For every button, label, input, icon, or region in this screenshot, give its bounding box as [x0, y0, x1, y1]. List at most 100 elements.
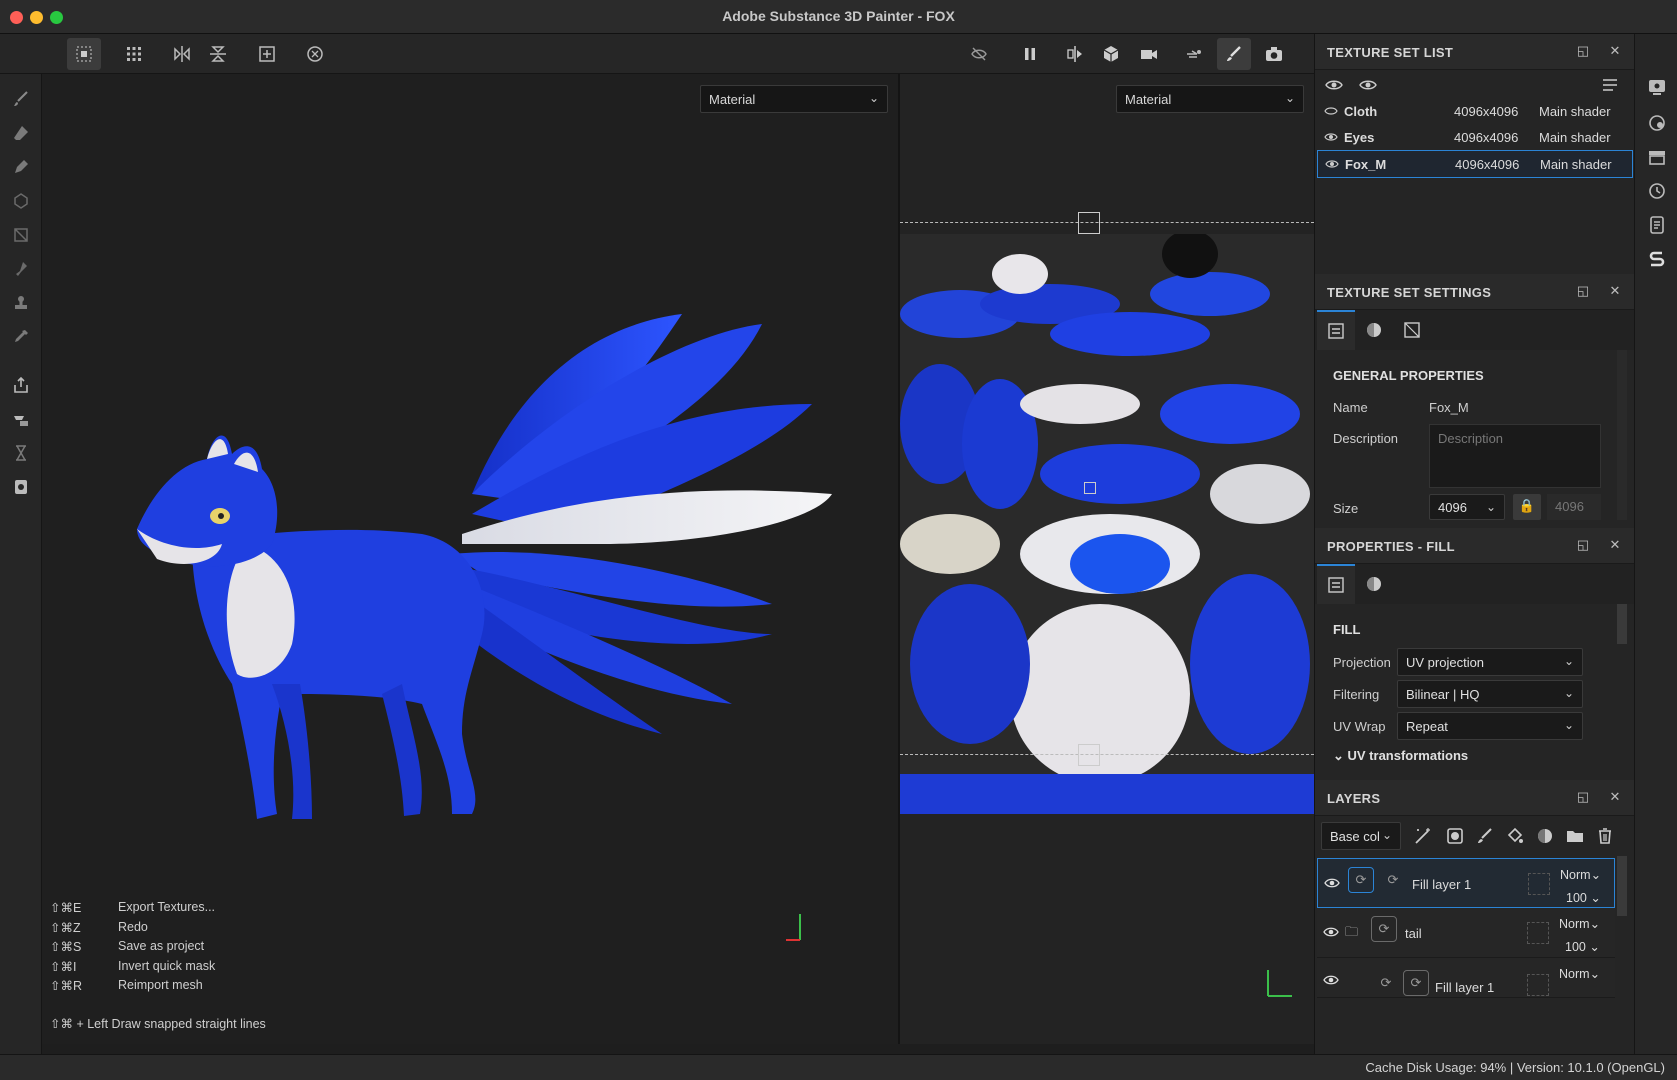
float-panel-icon[interactable]: ◱: [1575, 283, 1591, 299]
tab-settings[interactable]: [1317, 310, 1355, 350]
close-icon[interactable]: ✕: [1607, 43, 1623, 59]
tab-fill-material[interactable]: [1355, 564, 1393, 604]
layer-blend-mode[interactable]: Norm⌄: [1559, 966, 1600, 981]
uv-handle-bottom[interactable]: [1078, 744, 1100, 766]
search-tool[interactable]: [8, 474, 34, 500]
clone-tool[interactable]: [8, 290, 34, 316]
bake-tool[interactable]: [8, 406, 34, 432]
eye-icon[interactable]: [1324, 875, 1340, 894]
eye-icon[interactable]: [1324, 130, 1338, 147]
viewport-2d[interactable]: Material ⌄: [900, 74, 1314, 1044]
layer-fill-thumbnail[interactable]: ⟳: [1348, 867, 1374, 893]
substance-button[interactable]: [1646, 248, 1668, 270]
display-settings-button[interactable]: [1646, 76, 1668, 98]
export-tool[interactable]: [8, 372, 34, 398]
viewport-2d-channel-dropdown[interactable]: Material ⌄: [1116, 85, 1304, 113]
eraser-tool[interactable]: [8, 120, 34, 146]
size-dropdown[interactable]: 4096 ⌄: [1429, 494, 1505, 520]
assets-button[interactable]: [1646, 146, 1668, 168]
smart-material-icon[interactable]: [1535, 826, 1555, 846]
paint-mode-button[interactable]: [1217, 38, 1251, 70]
smudge-tool[interactable]: [8, 256, 34, 282]
layer-row-selected[interactable]: ⟳ ⟳ Fill layer 1 Norm⌄ 100 ⌄: [1317, 858, 1615, 908]
name-value[interactable]: Fox_M: [1429, 400, 1469, 415]
close-icon[interactable]: ✕: [1607, 283, 1623, 299]
hide-selection-button[interactable]: [962, 38, 996, 70]
selection-mode-button[interactable]: [67, 38, 101, 70]
screenshot-button[interactable]: [1257, 38, 1291, 70]
texture-set-shader[interactable]: Main shader: [1540, 157, 1612, 172]
layer-channel-dropdown[interactable]: Base col ⌄: [1321, 822, 1401, 850]
uv-transformations-toggle[interactable]: ⌄ UV transformations: [1333, 748, 1468, 764]
eye-toggle-icon[interactable]: [1325, 76, 1343, 94]
tab-shader[interactable]: [1355, 310, 1393, 350]
environment-button[interactable]: [1177, 38, 1211, 70]
projection-dropdown[interactable]: UV projection ⌄: [1397, 648, 1583, 676]
filtering-dropdown[interactable]: Bilinear | HQ ⌄: [1397, 680, 1583, 708]
layer-blend-mode[interactable]: Norm⌄: [1559, 916, 1600, 931]
uv-wrap-dropdown[interactable]: Repeat ⌄: [1397, 712, 1583, 740]
tab-uv[interactable]: [1393, 310, 1431, 350]
layer-name[interactable]: tail: [1405, 926, 1422, 941]
add-mask-icon[interactable]: [1445, 826, 1465, 846]
folder-icon[interactable]: [1565, 826, 1585, 846]
eye-icon[interactable]: [1323, 972, 1339, 991]
list-menu-icon[interactable]: [1601, 76, 1619, 94]
properties-fill-scrollbar[interactable]: [1617, 604, 1627, 644]
uv-handle-top[interactable]: [1078, 212, 1100, 234]
lock-size-button[interactable]: 🔒: [1513, 494, 1541, 520]
viewport-3d[interactable]: Material ⌄ ⇧⌘E Export Textures... ⇧⌘Z Re…: [42, 74, 898, 1044]
shader-settings-button[interactable]: [1646, 112, 1668, 134]
add-paint-layer-icon[interactable]: [1475, 826, 1495, 846]
symmetry-y-button[interactable]: [201, 38, 235, 70]
layer-group-thumbnail[interactable]: ⟳: [1371, 916, 1397, 942]
eye-icon[interactable]: [1325, 157, 1339, 174]
display-mesh-button[interactable]: [1094, 38, 1128, 70]
layer-fill-thumbnail[interactable]: ⟳: [1373, 970, 1399, 996]
add-frame-button[interactable]: [250, 38, 284, 70]
close-icon[interactable]: ✕: [1607, 537, 1623, 553]
camera-button[interactable]: [1132, 38, 1166, 70]
folder-open-icon[interactable]: 🗀: [1345, 923, 1358, 945]
float-panel-icon[interactable]: ◱: [1575, 43, 1591, 59]
float-panel-icon[interactable]: ◱: [1575, 789, 1591, 805]
texture-set-shader[interactable]: Main shader: [1539, 130, 1611, 145]
history-button[interactable]: [1646, 180, 1668, 202]
layer-content-thumbnail[interactable]: ⟳: [1403, 970, 1429, 996]
uv-handle-center[interactable]: [1084, 482, 1096, 494]
texture-set-row[interactable]: Cloth 4096x4096 Main shader: [1317, 98, 1633, 124]
layer-mask-slot[interactable]: [1527, 922, 1549, 944]
texture-set-row-selected[interactable]: Fox_M 4096x4096 Main shader: [1317, 150, 1633, 178]
pause-button[interactable]: [1013, 38, 1047, 70]
measure-tool[interactable]: [8, 440, 34, 466]
add-fill-layer-icon[interactable]: [1505, 826, 1525, 846]
layer-opacity[interactable]: 100 ⌄: [1565, 939, 1600, 954]
eye-icon[interactable]: [1324, 104, 1338, 121]
grid-options-button[interactable]: [117, 38, 151, 70]
color-picker-tool[interactable]: [8, 324, 34, 350]
texture-set-shader[interactable]: Main shader: [1539, 104, 1611, 119]
layer-opacity[interactable]: 100 ⌄: [1566, 890, 1601, 905]
layer-row[interactable]: ⟳ ⟳ Fill layer 1 Norm⌄: [1317, 958, 1615, 998]
log-button[interactable]: [1646, 214, 1668, 236]
layer-name[interactable]: Fill layer 1: [1412, 877, 1471, 892]
texture-set-settings-scrollbar[interactable]: [1617, 350, 1627, 520]
view-split-button[interactable]: [1058, 38, 1092, 70]
eye-icon[interactable]: [1323, 924, 1339, 943]
layer-name[interactable]: Fill layer 1: [1435, 980, 1494, 995]
layer-row[interactable]: 🗀 ⟳ tail Norm⌄ 100 ⌄: [1317, 908, 1615, 958]
trash-icon[interactable]: [1595, 826, 1615, 846]
polygon-fill-tool[interactable]: [8, 222, 34, 248]
texture-set-row[interactable]: Eyes 4096x4096 Main shader: [1317, 124, 1633, 150]
history-reset-button[interactable]: [298, 38, 332, 70]
layer-mask-slot[interactable]: [1528, 873, 1550, 895]
paint-tool[interactable]: [8, 86, 34, 112]
geometry-fill-tool[interactable]: [8, 188, 34, 214]
projection-tool[interactable]: [8, 154, 34, 180]
symmetry-x-button[interactable]: [165, 38, 199, 70]
add-effect-icon[interactable]: [1413, 826, 1433, 846]
description-field[interactable]: Description: [1429, 424, 1601, 488]
tab-fill-settings[interactable]: [1317, 564, 1355, 604]
eye-icon[interactable]: [1359, 76, 1377, 94]
float-panel-icon[interactable]: ◱: [1575, 537, 1591, 553]
